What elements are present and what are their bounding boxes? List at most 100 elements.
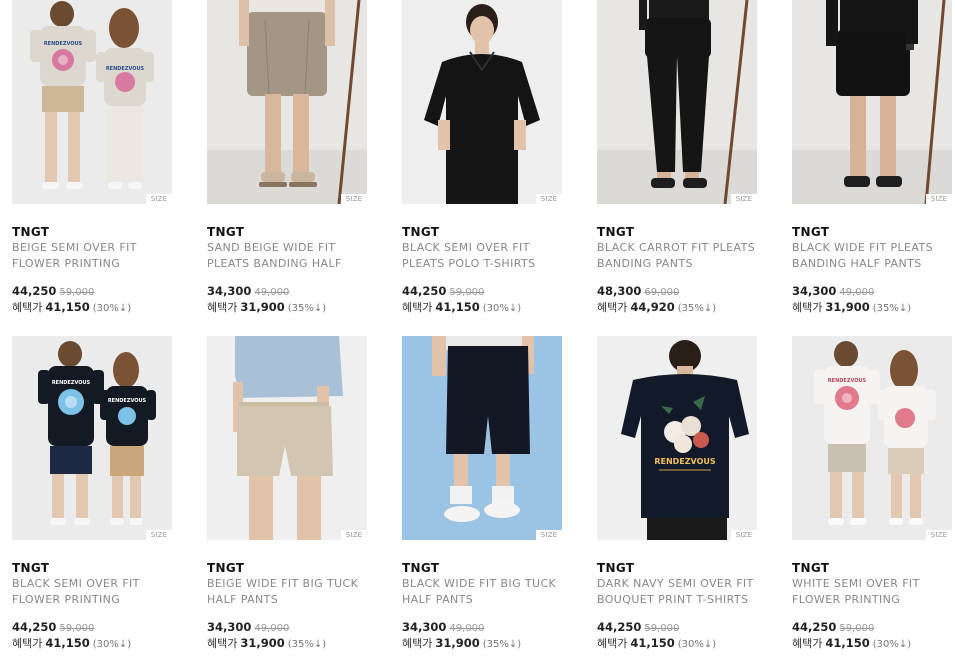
product-name-line1[interactable]: SAND BEIGE WIDE FIT bbox=[207, 240, 367, 256]
product-image[interactable]: RENDEZVOUS RENDEZVOUS SIZE bbox=[12, 336, 172, 540]
original-price: 69,000 bbox=[644, 287, 680, 298]
size-tag[interactable]: SIZE bbox=[341, 194, 367, 204]
discount-rate: (30%↓) bbox=[872, 639, 912, 650]
product-image[interactable]: SIZE bbox=[597, 0, 757, 204]
svg-text:RENDEZVOUS: RENDEZVOUS bbox=[654, 457, 716, 466]
product-name-line1[interactable]: BLACK SEMI OVER FIT bbox=[12, 576, 172, 592]
product-image[interactable]: RENDEZVOUS SIZE bbox=[792, 336, 952, 540]
product-name-line1[interactable]: BLACK WIDE FIT BIG TUCK bbox=[402, 576, 562, 592]
product-brand: TNGT bbox=[402, 561, 440, 575]
discount-rate: (35%↓) bbox=[677, 303, 717, 314]
product-brand: TNGT bbox=[12, 225, 50, 239]
benefit-label: 혜택가 bbox=[402, 301, 433, 314]
benefit-label: 혜택가 bbox=[207, 301, 238, 314]
product-card[interactable]: RENDEZVOUS RENDEZVOUS SIZE bbox=[12, 0, 172, 316]
product-name-line2[interactable]: PLEATS POLO T-SHIRTS bbox=[402, 256, 562, 272]
product-name-line2[interactable]: FLOWER PRINTING bbox=[12, 592, 172, 608]
benefit-label: 혜택가 bbox=[792, 301, 823, 314]
sale-price: 34,300 bbox=[792, 284, 837, 298]
size-tag[interactable]: SIZE bbox=[146, 194, 172, 204]
product-name-line2[interactable]: HALF PANTS bbox=[402, 592, 562, 608]
product-image[interactable]: SIZE bbox=[792, 0, 952, 204]
product-name-line1[interactable]: BLACK CARROT FIT PLEATS bbox=[597, 240, 757, 256]
product-name-line1[interactable]: BEIGE WIDE FIT BIG TUCK bbox=[207, 576, 367, 592]
sale-price: 34,300 bbox=[207, 284, 252, 298]
product-name-line1[interactable]: BLACK WIDE FIT PLEATS bbox=[792, 240, 952, 256]
sale-price: 48,300 bbox=[597, 284, 642, 298]
discount-rate: (30%↓) bbox=[92, 639, 132, 650]
size-tag[interactable]: SIZE bbox=[731, 530, 757, 540]
product-brand: TNGT bbox=[207, 561, 245, 575]
product-brand: TNGT bbox=[597, 225, 635, 239]
product-name-line2[interactable]: BOUQUET PRINT T-SHIRTS bbox=[597, 592, 757, 608]
product-name-line1[interactable]: BLACK SEMI OVER FIT bbox=[402, 240, 562, 256]
product-image[interactable]: SIZE bbox=[207, 0, 367, 204]
product-name-line2[interactable]: BANDING HALF PANTS bbox=[792, 256, 952, 272]
sale-price: 44,250 bbox=[597, 620, 642, 634]
size-tag[interactable]: SIZE bbox=[926, 530, 952, 540]
discount-rate: (35%↓) bbox=[287, 303, 327, 314]
benefit-price: 41,150 bbox=[825, 636, 870, 650]
product-name-line2[interactable]: BANDING PANTS bbox=[597, 256, 757, 272]
product-card[interactable]: RENDEZVOUS RENDEZVOUS SIZE bbox=[12, 336, 172, 652]
size-tag[interactable]: SIZE bbox=[536, 530, 562, 540]
benefit-price: 31,900 bbox=[825, 300, 870, 314]
product-name-line1[interactable]: DARK NAVY SEMI OVER FIT bbox=[597, 576, 757, 592]
sale-price: 44,250 bbox=[12, 620, 57, 634]
benefit-price: 41,150 bbox=[45, 636, 90, 650]
benefit-label: 혜택가 bbox=[12, 637, 43, 650]
original-price: 49,000 bbox=[839, 287, 875, 298]
size-tag[interactable]: SIZE bbox=[341, 530, 367, 540]
discount-rate: (30%↓) bbox=[92, 303, 132, 314]
benefit-price: 31,900 bbox=[435, 636, 480, 650]
product-image[interactable]: SIZE bbox=[402, 0, 562, 204]
benefit-price: 41,150 bbox=[45, 300, 90, 314]
sale-price: 44,250 bbox=[792, 620, 837, 634]
product-brand: TNGT bbox=[12, 561, 50, 575]
product-name-line2[interactable]: FLOWER PRINTING bbox=[12, 256, 172, 272]
product-card[interactable]: RENDEZVOUS SIZE TNGT DARK NAVY SEMI OVER… bbox=[597, 336, 757, 652]
original-price: 49,000 bbox=[449, 623, 485, 634]
product-name-line2[interactable]: PLEATS BANDING HALF bbox=[207, 256, 367, 272]
sale-price: 44,250 bbox=[12, 284, 57, 298]
svg-text:RENDEZVOUS: RENDEZVOUS bbox=[52, 380, 91, 386]
product-image[interactable]: RENDEZVOUS RENDEZVOUS SIZE bbox=[12, 0, 172, 204]
svg-text:RENDEZVOUS: RENDEZVOUS bbox=[828, 378, 867, 384]
size-tag[interactable]: SIZE bbox=[536, 194, 562, 204]
product-image[interactable]: SIZE bbox=[207, 336, 367, 540]
svg-text:RENDEZVOUS: RENDEZVOUS bbox=[108, 398, 147, 404]
size-tag[interactable]: SIZE bbox=[731, 194, 757, 204]
original-price: 59,000 bbox=[449, 287, 485, 298]
product-card[interactable]: SIZE TNGT BLACK SEMI OVER FIT PLEATS POL… bbox=[402, 0, 562, 316]
discount-rate: (35%↓) bbox=[872, 303, 912, 314]
benefit-label: 혜택가 bbox=[402, 637, 433, 650]
size-tag[interactable]: SIZE bbox=[926, 194, 952, 204]
benefit-label: 혜택가 bbox=[597, 301, 628, 314]
product-grid: RENDEZVOUS RENDEZVOUS SIZE TNGT BEIGE SE… bbox=[0, 0, 955, 665]
product-brand: TNGT bbox=[792, 561, 830, 575]
product-name-line1[interactable]: BEIGE SEMI OVER FIT bbox=[12, 240, 172, 256]
benefit-price: 41,150 bbox=[435, 300, 480, 314]
product-card[interactable]: SIZE TNGT SAND BEIGE WIDE FIT PLEATS BAN… bbox=[207, 0, 367, 316]
product-image[interactable]: SIZE bbox=[402, 336, 562, 540]
product-image[interactable]: RENDEZVOUS SIZE bbox=[597, 336, 757, 540]
original-price: 49,000 bbox=[254, 287, 290, 298]
benefit-label: 혜택가 bbox=[597, 637, 628, 650]
discount-rate: (30%↓) bbox=[482, 303, 522, 314]
sale-price: 34,300 bbox=[207, 620, 252, 634]
product-card[interactable]: SIZE TNGT BLACK CARROT FIT PLEATS BANDIN… bbox=[597, 0, 757, 316]
original-price: 59,000 bbox=[59, 623, 95, 634]
product-card[interactable]: SIZE TNGT BLACK WIDE FIT BIG TUCK HALF P… bbox=[402, 336, 562, 652]
size-tag[interactable]: SIZE bbox=[146, 530, 172, 540]
product-name-line2[interactable]: HALF PANTS bbox=[207, 592, 367, 608]
product-card[interactable]: SIZE TNGT BEIGE WIDE FIT BIG TUCK HALF P… bbox=[207, 336, 367, 652]
discount-rate: (35%↓) bbox=[482, 639, 522, 650]
benefit-label: 혜택가 bbox=[12, 301, 43, 314]
product-name-line2[interactable]: FLOWER PRINTING bbox=[792, 592, 952, 608]
original-price: 59,000 bbox=[59, 287, 95, 298]
svg-text:RENDEZVOUS: RENDEZVOUS bbox=[106, 66, 145, 72]
product-name-line1[interactable]: WHITE SEMI OVER FIT bbox=[792, 576, 952, 592]
product-card[interactable]: RENDEZVOUS SIZE TNGT WHITE SEMI OVER FIT… bbox=[792, 336, 952, 652]
product-card[interactable]: SIZE TNGT BLACK WIDE FIT PLEATS BANDING … bbox=[792, 0, 952, 316]
original-price: 59,000 bbox=[644, 623, 680, 634]
